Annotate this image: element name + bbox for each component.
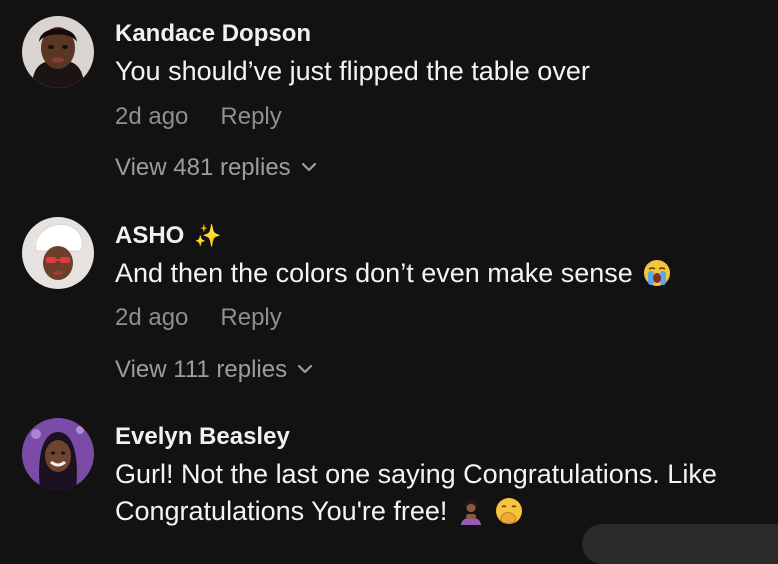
reply-button[interactable]: Reply [220, 304, 281, 331]
view-replies-label: View 481 replies [115, 154, 291, 181]
view-replies-label: View 111 replies [115, 356, 288, 383]
comment-username[interactable]: Evelyn Beasley [115, 423, 290, 451]
username-text: ASHO [115, 222, 185, 249]
face-with-hand-over-mouth-icon [495, 497, 523, 535]
comment-username[interactable]: ASHO ✨ [115, 222, 222, 250]
chevron-down-icon [301, 151, 317, 179]
bottom-overlay-bar [582, 524, 778, 564]
comment-username[interactable]: Kandace Dopson [115, 20, 311, 48]
avatar[interactable] [22, 217, 94, 289]
person-bowing-icon [457, 497, 485, 535]
comment-text-content: Gurl! Not the last one saying Congratula… [115, 459, 717, 526]
username-text: Kandace Dopson [115, 20, 312, 47]
avatar[interactable] [22, 418, 94, 490]
view-replies-button[interactable]: View 481 replies [115, 151, 317, 182]
loudly-crying-face-icon [643, 259, 671, 297]
comment-meta: 2d ago Reply [115, 103, 282, 131]
comment-text: And then the colors don’t even make sens… [115, 255, 775, 297]
comment-time: 2d ago [115, 103, 189, 130]
comment-text: You should’ve just flipped the table ove… [115, 56, 590, 86]
comment-text-content: And then the colors don’t even make sens… [115, 258, 633, 288]
sparkles-icon: ✨ [194, 223, 222, 248]
view-replies-button[interactable]: View 111 replies [115, 353, 313, 384]
reply-button[interactable]: Reply [220, 103, 281, 130]
comment-meta: 2d ago Reply [115, 304, 282, 332]
chevron-down-icon [297, 353, 313, 381]
comment-time: 2d ago [115, 304, 189, 331]
avatar[interactable] [22, 16, 94, 88]
username-text: Evelyn Beasley [115, 423, 290, 450]
